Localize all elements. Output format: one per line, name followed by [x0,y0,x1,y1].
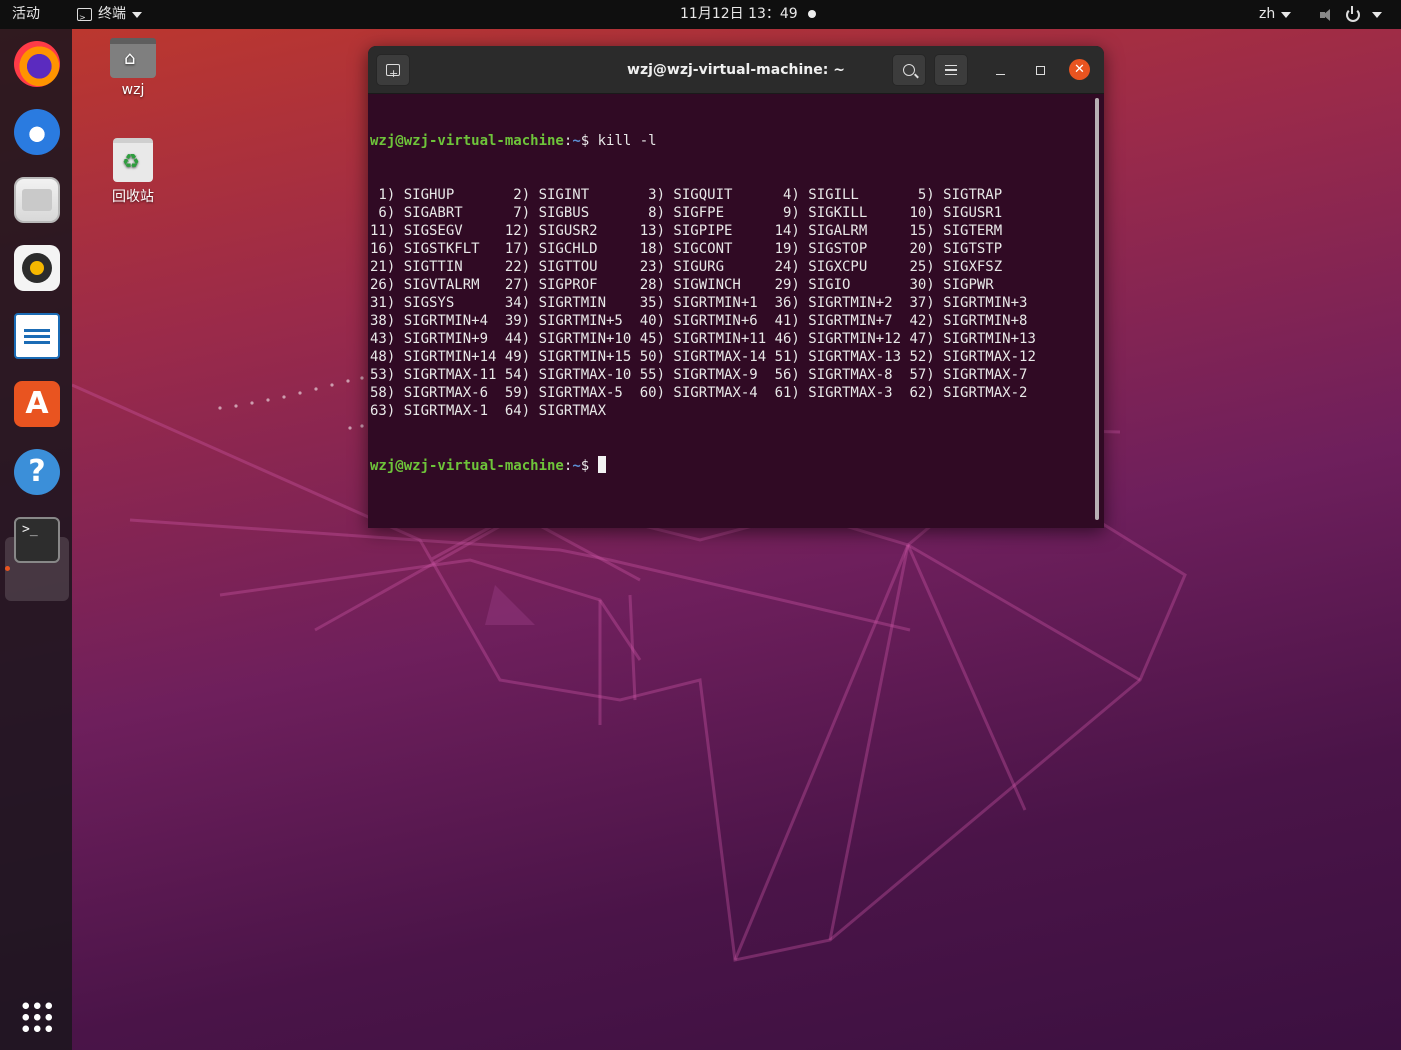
output-line: 16) SIGSTKFLT 17) SIGCHLD 18) SIGCONT 19… [370,241,1003,257]
help-icon[interactable]: ? [14,449,60,495]
prompt-user: wzj@wzj-virtual-machine [370,458,564,474]
libreoffice-writer-icon[interactable] [14,313,60,359]
terminal-app-icon [77,3,92,32]
text-cursor [597,456,606,473]
app-menu-button[interactable]: 终端 [77,0,142,32]
chevron-down-icon [1281,11,1292,18]
prompt-path: ~ [572,458,581,474]
output-line: 58) SIGRTMAX-6 59) SIGRTMAX-5 60) SIGRTM… [370,385,1028,401]
command-output: 1) SIGHUP 2) SIGINT 3) SIGQUIT 4) SIGILL… [370,186,1092,420]
command-text: kill -l [597,133,657,149]
power-icon [1346,5,1360,22]
input-method-menu[interactable]: zh [1259,0,1292,29]
trash-label: 回收站 [112,189,154,205]
maximize-icon [1035,66,1045,75]
output-line: 63) SIGRTMAX-1 64) SIGRTMAX [370,403,607,419]
close-icon: ✕ [1074,62,1085,77]
output-line: 1) SIGHUP 2) SIGINT 3) SIGQUIT 4) SIGILL… [370,187,1003,203]
dock: A ? >_ [0,29,72,1050]
trash-icon [113,138,153,182]
app-menu-label: 终端 [98,6,126,22]
output-line: 53) SIGRTMAX-11 54) SIGRTMAX-10 55) SIGR… [370,367,1028,383]
output-line: 6) SIGABRT 7) SIGBUS 8) SIGFPE 9) SIGKIL… [370,205,1003,221]
command-line: wzj@wzj-virtual-machine:~$ kill -l [370,133,657,149]
minimize-icon [995,73,1005,76]
output-line: 48) SIGRTMIN+14 49) SIGRTMIN+15 50) SIGR… [370,349,1036,365]
home-folder-label: wzj [121,82,145,98]
thunderbird-icon[interactable] [14,109,60,155]
terminal-content[interactable]: wzj@wzj-virtual-machine:~$ kill -l 1) SI… [370,96,1092,526]
output-line: 26) SIGVTALRM 27) SIGPROF 28) SIGWINCH 2… [370,277,994,293]
terminal-window: wzj@wzj-virtual-machine: ~ ✕ wzj@wzj-vir… [368,46,1104,528]
notification-dot-icon [808,10,816,18]
menu-button[interactable] [934,54,968,86]
terminal-icon[interactable]: >_ [14,517,60,563]
close-button[interactable]: ✕ [1069,59,1090,80]
output-line: 21) SIGTTIN 22) SIGTTOU 23) SIGURG 24) S… [370,259,1003,275]
current-prompt-line: wzj@wzj-virtual-machine:~$ [370,456,1092,474]
minimize-button[interactable] [990,60,1010,80]
running-indicator [5,566,10,571]
prompt-path: ~ [572,133,581,149]
new-tab-button[interactable] [376,54,410,89]
output-line: 11) SIGSEGV 12) SIGUSR2 13) SIGPIPE 14) … [370,223,1003,239]
output-line: 43) SIGRTMIN+9 44) SIGRTMIN+10 45) SIGRT… [370,331,1036,347]
maximize-button[interactable] [1030,60,1050,80]
chevron-down-icon [1372,11,1382,18]
language-label: zh [1259,6,1276,22]
firefox-icon[interactable] [14,41,60,87]
search-button[interactable] [892,54,926,86]
desktop-home-folder[interactable]: wzj [93,38,173,98]
system-menu[interactable] [1320,0,1382,29]
output-line: 31) SIGSYS 34) SIGRTMIN 35) SIGRTMIN+1 3… [370,295,1028,311]
scrollbar[interactable] [1095,98,1099,520]
home-folder-icon [110,38,156,78]
hamburger-icon [945,65,957,75]
chevron-down-icon [132,11,142,18]
activities-button[interactable]: 活动 [12,0,40,29]
new-tab-icon [386,59,400,89]
ubuntu-software-icon[interactable]: A [14,381,60,427]
search-icon [903,64,915,76]
output-line: 38) SIGRTMIN+4 39) SIGRTMIN+5 40) SIGRTM… [370,313,1028,329]
desktop-trash[interactable]: 回收站 [93,138,173,206]
files-icon[interactable] [14,177,60,223]
speaker-icon [1320,8,1334,22]
rhythmbox-icon[interactable] [14,245,60,291]
top-bar: 活动 终端 11月12日 13：49 zh [0,0,1401,32]
show-applications-icon[interactable] [20,1000,54,1034]
clock[interactable]: 11月12日 13：49 [680,0,798,29]
terminal-headerbar[interactable]: wzj@wzj-virtual-machine: ~ ✕ [368,46,1104,94]
prompt-user: wzj@wzj-virtual-machine [370,133,564,149]
